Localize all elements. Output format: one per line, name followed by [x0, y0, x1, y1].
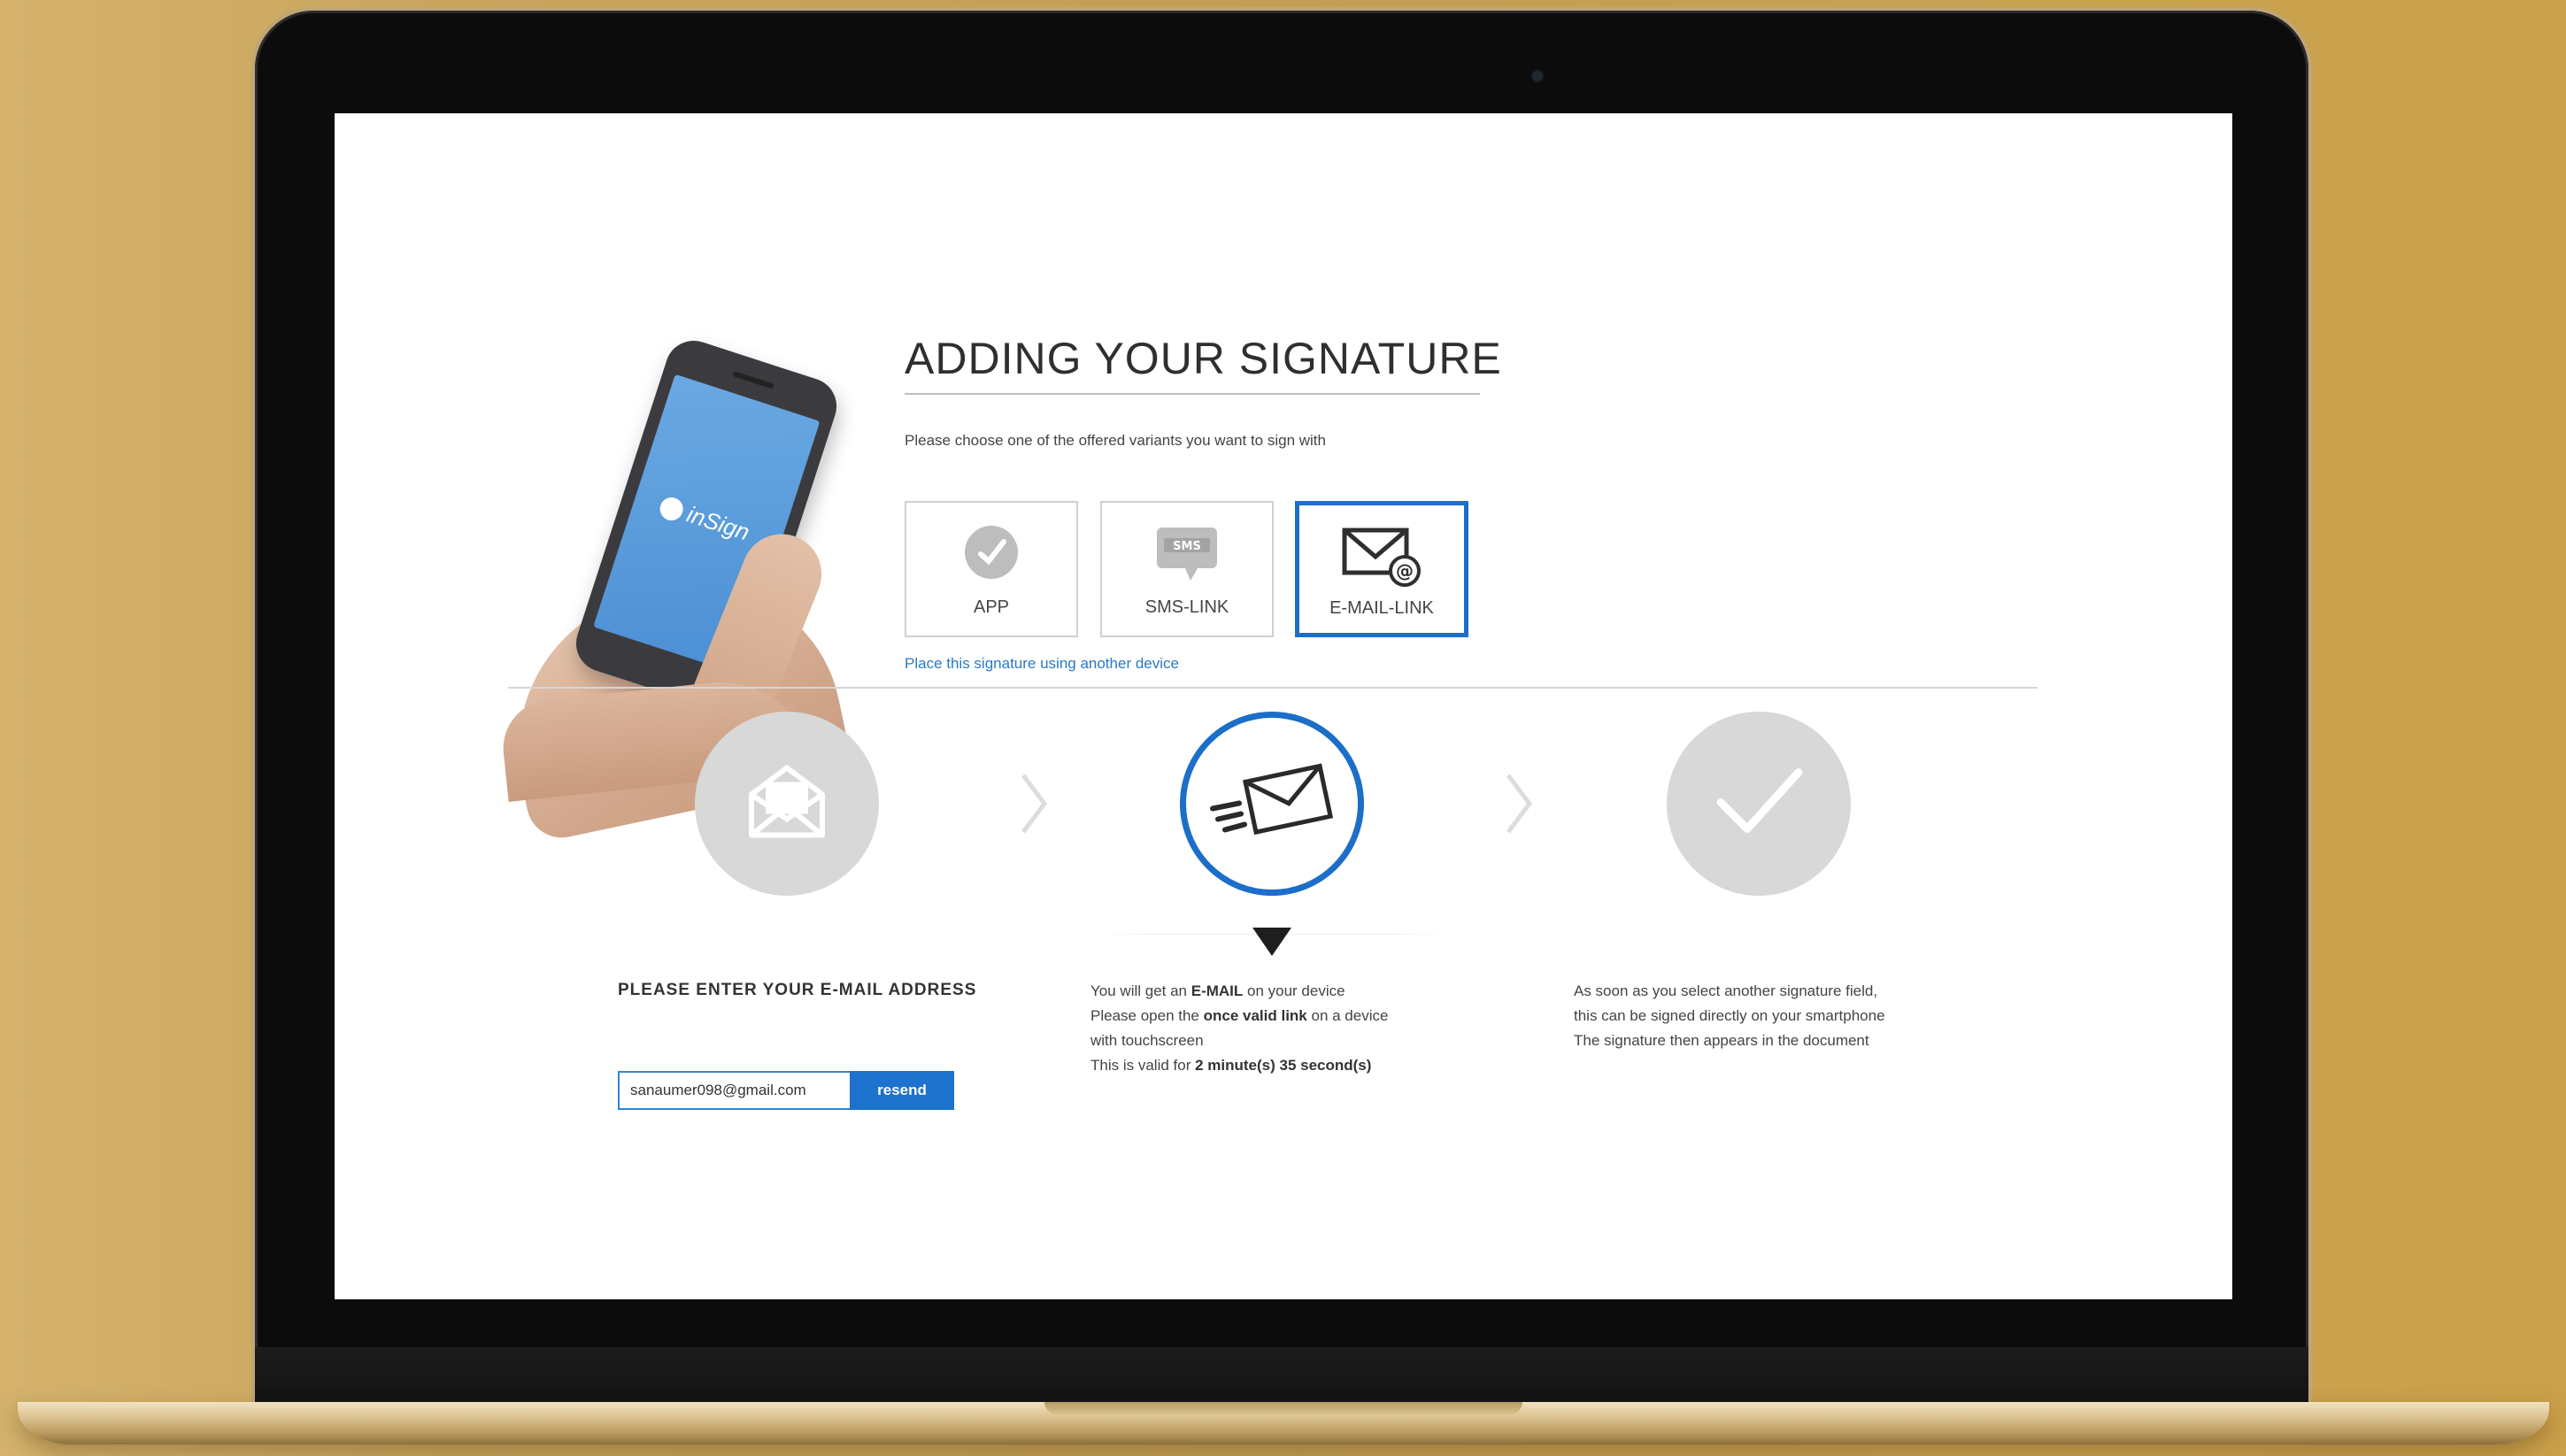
phone-logo: inSign — [657, 492, 753, 547]
sms-icon: SMS — [1155, 524, 1219, 589]
phone-logo-text: inSign — [683, 500, 753, 546]
option-sms-link[interactable]: SMS SMS-LINK — [1100, 501, 1274, 637]
email-step-heading: PLEASE ENTER YOUR E-MAIL ADDRESS — [618, 981, 977, 999]
laptop-screen: inSign ADDING YOUR SIGNATURE Please choo… — [335, 113, 2232, 1299]
step-email-sent — [1180, 712, 1364, 896]
email-info-text: You will get an E-MAIL on your device Pl… — [1090, 979, 1388, 1078]
envelope-open-icon — [744, 763, 829, 845]
camera — [1532, 71, 1543, 81]
email-info-line-3: with touchscreen — [1090, 1032, 1204, 1049]
final-info-line-2: this can be signed directly on your smar… — [1574, 1007, 1885, 1024]
final-info-line-1: As soon as you select another signature … — [1574, 982, 1878, 999]
instruction-text: Please choose one of the offered variant… — [905, 432, 1326, 449]
option-email-label: E-MAIL-LINK — [1329, 598, 1434, 618]
svg-text:@: @ — [1396, 560, 1414, 582]
email-input[interactable] — [618, 1071, 850, 1110]
laptop-base-notch — [1044, 1402, 1522, 1414]
option-sms-label: SMS-LINK — [1144, 597, 1229, 617]
title-underline — [905, 393, 1480, 395]
email-info-line-1: You will get an E-MAIL on your device — [1090, 982, 1345, 999]
email-form: resend — [618, 1071, 954, 1110]
option-app[interactable]: APP — [905, 501, 1078, 637]
final-info-text: As soon as you select another signature … — [1574, 979, 1885, 1053]
active-step-pointer — [1252, 928, 1291, 956]
sending-envelope-icon — [1206, 758, 1338, 851]
svg-text:SMS: SMS — [1173, 540, 1201, 553]
page-title: ADDING YOUR SIGNATURE — [905, 334, 1502, 383]
resend-button[interactable]: resend — [850, 1071, 954, 1110]
step-chevron-icon — [1016, 768, 1052, 839]
another-device-link[interactable]: Place this signature using another devic… — [905, 655, 1179, 673]
email-info-line-2: Please open the once valid link on a dev… — [1090, 1007, 1389, 1024]
step-enter-email — [695, 712, 879, 896]
step-signature-complete — [1667, 712, 1851, 896]
option-app-label: APP — [973, 597, 1010, 617]
step-chevron-icon — [1501, 768, 1537, 839]
option-email-link[interactable]: @ E-MAIL-LINK — [1295, 501, 1468, 637]
section-divider — [508, 687, 2038, 689]
app-check-icon — [963, 524, 1020, 585]
insign-logo-icon — [657, 494, 687, 523]
email-at-icon: @ — [1341, 527, 1422, 591]
phone-speaker — [732, 371, 774, 389]
final-info-line-3: The signature then appears in the docume… — [1574, 1032, 1869, 1049]
validity-timer-text: This is valid for 2 minute(s) 35 second(… — [1090, 1057, 1372, 1074]
checkmark-icon — [1710, 762, 1807, 846]
